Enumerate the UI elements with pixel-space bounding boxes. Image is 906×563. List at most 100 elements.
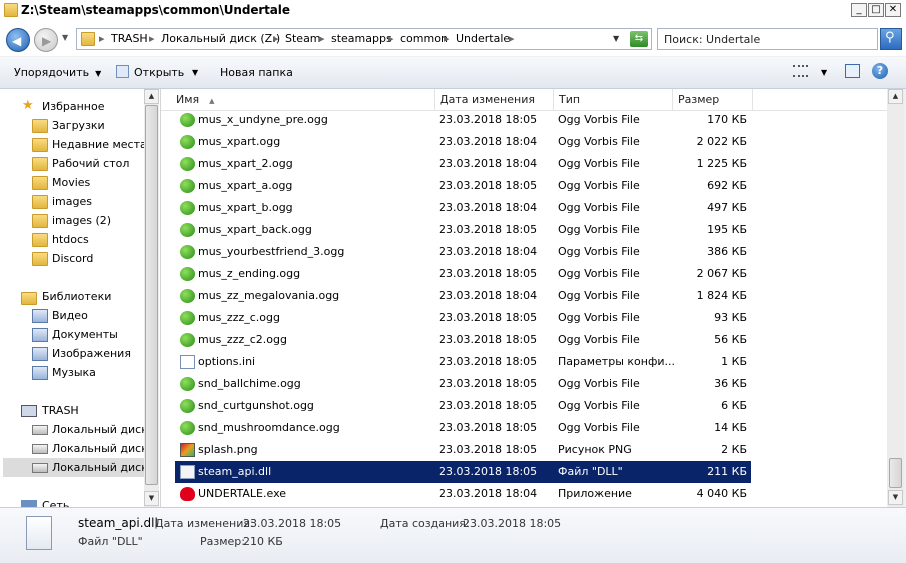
organize-label: Упорядочить [14,66,90,79]
file-row[interactable]: snd_mushroomdance.ogg 23.03.2018 18:05 Ogg… [175,417,751,439]
nav-library-item-3[interactable]: Музыка [52,363,96,382]
breadcrumb-trash[interactable]: TRASH [111,32,148,45]
file-type: Ogg Vorbis File [558,377,640,390]
file-size: 1 КБ [721,355,747,368]
maximize-button[interactable]: □ [868,3,884,17]
breadcrumb-sep-icon[interactable]: ▸ [509,32,515,45]
file-row[interactable]: mus_xpart_2.ogg 23.03.2018 18:04 Ogg Vorbi… [175,153,751,175]
breadcrumb-steam[interactable]: Steam [285,32,321,45]
file-row[interactable]: UNDERTALE.exe 23.03.2018 18:04 Приложение 4… [175,483,751,505]
file-row[interactable]: mus_xpart_a.ogg 23.03.2018 18:05 Ogg Vorbi… [175,175,751,197]
open-dropdown-icon[interactable]: ▼ [192,68,198,77]
nav-favorite-item-7[interactable]: Discord [52,249,93,268]
nav-favorite-item-6[interactable]: htdocs [52,230,89,249]
breadcrumb-sep-icon[interactable]: ▸ [273,32,279,45]
file-size: 4 040 КБ [696,487,747,500]
folder-icon [32,119,48,133]
nav-favorite-item-4[interactable]: images [52,192,92,211]
nav-drive-item-0[interactable]: Локальный диск ( [52,420,156,439]
breadcrumb-sep-icon[interactable]: ▸ [99,32,105,45]
column-size[interactable]: Размер [673,89,753,110]
ogg-file-icon [180,333,195,347]
recent-pages-dropdown[interactable]: ▼ [62,33,68,42]
ogg-file-icon [180,157,195,171]
file-type: Ogg Vorbis File [558,113,640,126]
address-dropdown-icon[interactable]: ▼ [613,34,619,43]
file-name: snd_curtgunshot.ogg [198,399,314,412]
file-row[interactable]: steam_api.dll 23.03.2018 18:05 Файл "DLL" 2… [175,461,751,483]
file-row[interactable]: mus_zzz_c2.ogg 23.03.2018 18:05 Ogg Vorbis… [175,329,751,351]
breadcrumb-sep-icon[interactable]: ▸ [444,32,450,45]
preview-pane-icon[interactable] [845,64,860,78]
address-bar[interactable]: ▸ TRASH ▸ Локальный диск (Z:) ▸ Steam ▸ … [76,28,652,50]
minimize-button[interactable]: _ [851,3,867,17]
nav-favorite-item-2[interactable]: Рабочий стол [52,154,129,173]
nav-favorite-item-1[interactable]: Недавние места [52,135,147,154]
file-name: snd_ballchime.ogg [198,377,301,390]
file-row[interactable]: mus_xpart.ogg 23.03.2018 18:04 Ogg Vorbis … [175,131,751,153]
nav-favorite-item-3[interactable]: Movies [52,173,90,192]
nav-scroll-thumb[interactable] [145,105,158,485]
back-button[interactable]: ◀ [6,28,30,52]
organize-button[interactable]: Упорядочить ▼ [14,66,101,79]
nav-favorite-item-0[interactable]: Загрузки [52,116,105,135]
file-date: 23.03.2018 18:05 [439,333,538,346]
breadcrumb-sep-icon[interactable]: ▸ [388,32,394,45]
file-row[interactable]: mus_z_ending.ogg 23.03.2018 18:05 Ogg Vorb… [175,263,751,285]
file-row[interactable]: mus_yourbestfriend_3.ogg 23.03.2018 18:04… [175,241,751,263]
list-scroll-down-icon[interactable]: ▼ [888,490,903,505]
column-name[interactable]: Имя ▲ [171,89,435,110]
file-row[interactable]: mus_x_undyne_pre.ogg 23.03.2018 18:05 Ogg … [175,109,751,131]
list-scroll-thumb[interactable] [889,458,902,488]
file-row[interactable]: mus_xpart_back.ogg 23.03.2018 18:05 Ogg Vo… [175,219,751,241]
column-type[interactable]: Тип [554,89,673,110]
file-row[interactable]: snd_ballchime.ogg 23.03.2018 18:05 Ogg Vor… [175,373,751,395]
refresh-icon[interactable]: ⇆ [630,31,648,47]
breadcrumb-drive[interactable]: Локальный диск (Z:) [161,32,280,45]
breadcrumb-sep-icon[interactable]: ▸ [149,32,155,45]
close-button[interactable]: ✕ [885,3,901,17]
breadcrumb-sep-icon[interactable]: ▸ [319,32,325,45]
column-date[interactable]: Дата изменения [435,89,554,110]
breadcrumb-common[interactable]: common [400,32,448,45]
file-row[interactable]: mus_xpart_b.ogg 23.03.2018 18:04 Ogg Vorbi… [175,197,751,219]
file-row[interactable]: mus_zz_megalovania.ogg 23.03.2018 18:04 Og… [175,285,751,307]
nav-libraries[interactable]: Библиотеки [42,287,111,306]
ogg-file-icon [180,289,195,303]
nav-library-item-0[interactable]: Видео [52,306,88,325]
nav-network[interactable]: Сеть [42,496,69,507]
file-date: 23.03.2018 18:05 [439,113,538,126]
nav-drive-item-2[interactable]: Локальный диск ( [52,458,156,477]
library-icon [32,309,48,323]
breadcrumb-steamapps[interactable]: steamapps [331,32,392,45]
list-scroll-up-icon[interactable]: ▲ [888,89,903,104]
file-row[interactable]: options.ini 23.03.2018 18:05 Параметры кон… [175,351,751,373]
file-name: UNDERTALE.exe [198,487,287,500]
nav-drive-item-1[interactable]: Локальный диск ( [52,439,156,458]
nav-computer[interactable]: TRASH [42,401,79,420]
search-button[interactable]: ⚲ [880,28,902,50]
file-row[interactable]: mus_zzz_c.ogg 23.03.2018 18:05 Ogg Vorbis … [175,307,751,329]
file-row[interactable]: snd_curtgunshot.ogg 23.03.2018 18:05 Ogg V… [175,395,751,417]
file-type: Ogg Vorbis File [558,179,640,192]
nav-favorites[interactable]: Избранное [42,97,104,116]
nav-favorite-item-5[interactable]: images (2) [52,211,111,230]
view-options-icon[interactable] [793,65,808,77]
new-folder-button[interactable]: Новая папка [220,66,293,79]
help-icon[interactable]: ? [872,63,888,79]
search-input[interactable]: Поиск: Undertale [657,28,878,50]
nav-library-item-2[interactable]: Изображения [52,344,131,363]
drive-icon [32,425,48,435]
open-button[interactable]: Открыть [134,66,184,79]
file-date: 23.03.2018 18:05 [439,421,538,434]
nav-library-item-1[interactable]: Документы [52,325,118,344]
view-dropdown-icon[interactable]: ▼ [821,68,827,77]
nav-scroll-up-icon[interactable]: ▲ [144,89,159,104]
window-title: Z:\Steam\steamapps\common\Undertale [21,3,290,17]
ogg-file-icon [180,135,195,149]
nav-scroll-down-icon[interactable]: ▼ [144,491,159,506]
file-list-scrollbar[interactable] [887,89,904,507]
breadcrumb-undertale[interactable]: Undertale [456,32,510,45]
forward-button[interactable]: ▶ [34,28,58,52]
file-row[interactable]: splash.png 23.03.2018 18:05 Рисунок PNG 2 К… [175,439,751,461]
